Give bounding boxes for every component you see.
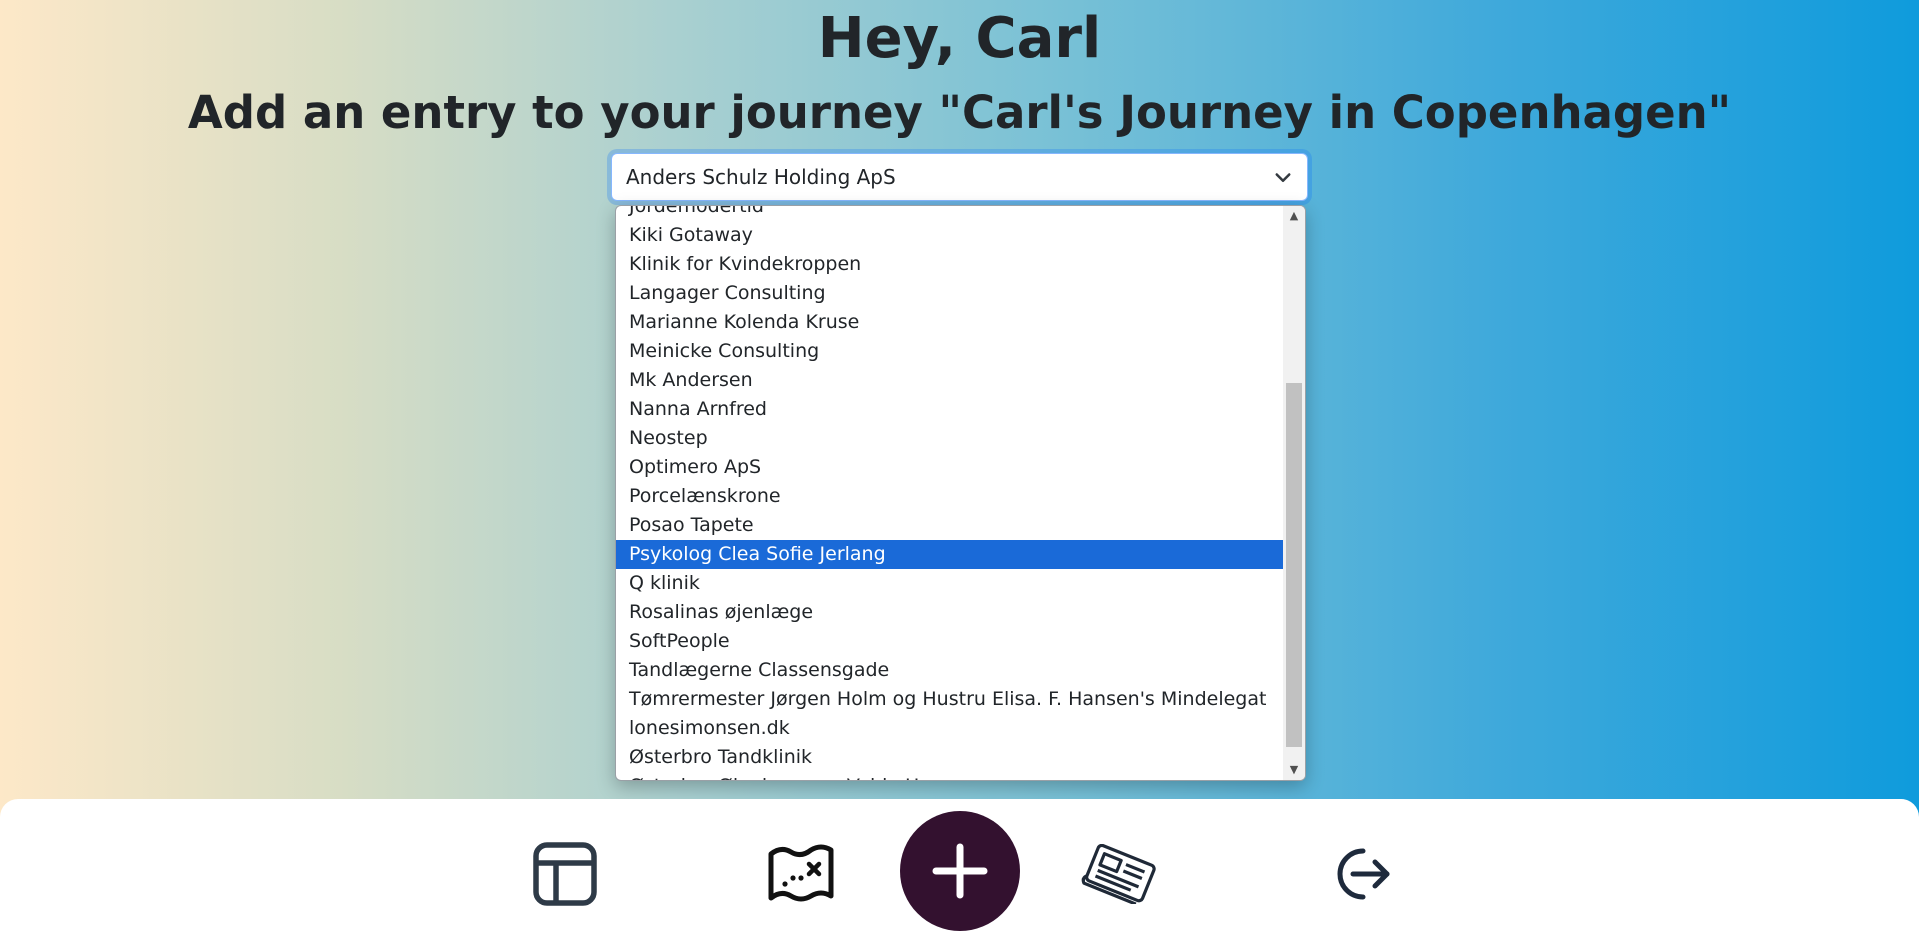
- select-option[interactable]: SoftPeople: [616, 627, 1283, 656]
- select-value: Anders Schulz Holding ApS: [626, 165, 896, 189]
- option-list: Jordemodertid Kiki Gotaway Klinik for Kv…: [616, 206, 1283, 780]
- select-option[interactable]: Østerbro Øjenlægerne Vaida Herm: [616, 772, 1283, 780]
- select-option[interactable]: Porcelænskrone: [616, 482, 1283, 511]
- select-option[interactable]: Tandlægerne Classensgade: [616, 656, 1283, 685]
- select-option[interactable]: Tømrermester Jørgen Holm og Hustru Elisa…: [616, 685, 1283, 714]
- treasure-map-icon: [768, 844, 834, 902]
- company-select[interactable]: Anders Schulz Holding ApS: [611, 153, 1308, 201]
- scrollbar-thumb[interactable]: [1286, 383, 1302, 747]
- bottom-navigation: [0, 799, 1919, 949]
- journey-subtitle: Add an entry to your journey "Carl's Jou…: [187, 86, 1732, 139]
- nav-logout-button[interactable]: [1325, 839, 1395, 909]
- select-option[interactable]: Neostep: [616, 424, 1283, 453]
- plus-icon: [932, 843, 988, 899]
- greeting-title: Hey, Carl: [817, 6, 1102, 71]
- dropdown-scrollbar[interactable]: ▲ ▼: [1283, 206, 1305, 780]
- scroll-up-arrow-icon[interactable]: ▲: [1283, 206, 1305, 226]
- select-option[interactable]: Q klinik: [616, 569, 1283, 598]
- select-option[interactable]: Optimero ApS: [616, 453, 1283, 482]
- newspaper-icon: [1081, 844, 1156, 904]
- select-option[interactable]: Posao Tapete: [616, 511, 1283, 540]
- select-option[interactable]: lonesimonsen.dk: [616, 714, 1283, 743]
- select-option[interactable]: Østerbro Tandklinik: [616, 743, 1283, 772]
- nav-news-button[interactable]: [1080, 839, 1160, 909]
- select-option[interactable]: Meinicke Consulting: [616, 337, 1283, 366]
- select-option[interactable]: Jordemodertid: [616, 206, 1283, 221]
- select-dropdown-list[interactable]: Jordemodertid Kiki Gotaway Klinik for Kv…: [615, 205, 1306, 781]
- scroll-down-arrow-icon[interactable]: ▼: [1283, 760, 1305, 780]
- logout-icon: [1337, 848, 1390, 900]
- select-option[interactable]: Langager Consulting: [616, 279, 1283, 308]
- select-option[interactable]: Nanna Arnfred: [616, 395, 1283, 424]
- select-option[interactable]: Marianne Kolenda Kruse: [616, 308, 1283, 337]
- select-option-highlighted[interactable]: Psykolog Clea Sofie Jerlang: [616, 540, 1283, 569]
- add-entry-button[interactable]: [900, 811, 1020, 931]
- select-option[interactable]: Mk Andersen: [616, 366, 1283, 395]
- nav-map-button[interactable]: [766, 839, 836, 909]
- nav-dashboard-button[interactable]: [530, 839, 600, 909]
- dashboard-layout-icon: [533, 842, 597, 906]
- select-option[interactable]: Rosalinas øjenlæge: [616, 598, 1283, 627]
- select-option[interactable]: Klinik for Kvindekroppen: [616, 250, 1283, 279]
- chevron-down-icon: [1275, 173, 1291, 182]
- select-option[interactable]: Kiki Gotaway: [616, 221, 1283, 250]
